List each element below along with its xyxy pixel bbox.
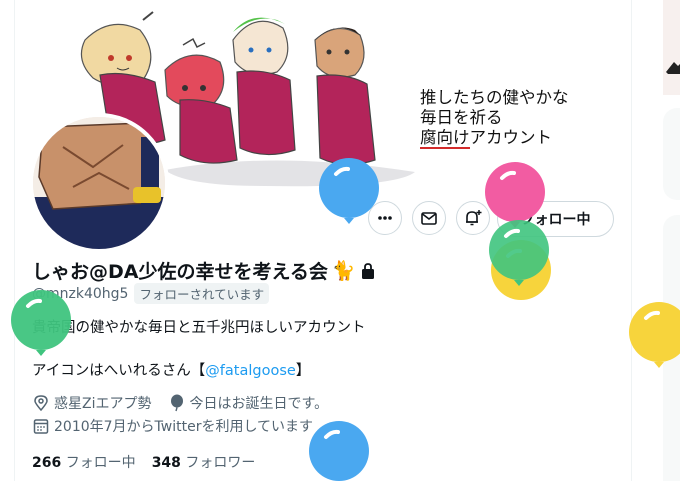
profile-meta-row: 惑星Ziエアプ勢 今日はお誕生日です。 (32, 393, 328, 413)
sidebar-card (663, 108, 680, 200)
followers-label: フォロワー (185, 455, 256, 471)
followers-link[interactable]: 348 フォロワー (152, 452, 256, 472)
avatar-image (33, 117, 165, 249)
profile-name: しゃお@DA少佐の幸せを考える会 🐈 (32, 257, 376, 284)
balloon-icon (171, 394, 184, 412)
banner-line-1: 推したちの健やかな (420, 88, 569, 107)
display-name: しゃお@DA少佐の幸せを考える会 (32, 261, 328, 283)
profile-location: 惑星Ziエアプ勢 (54, 396, 152, 412)
mail-icon (421, 212, 437, 225)
follow-stats: 266 フォロー中 348 フォロワー (32, 452, 255, 472)
profile-birthday: 今日はお誕生日です。 (189, 396, 329, 412)
follows-you-badge: フォローされています (134, 283, 270, 304)
profile-joined-row: 2010年7月からTwitterを利用しています (32, 416, 313, 436)
banner-underlined-text: 腐向け (420, 128, 470, 149)
balloon-decoration (319, 158, 379, 224)
followers-count: 348 (151, 455, 181, 471)
sidebar-icon (666, 62, 680, 74)
location-icon (34, 395, 48, 412)
banner-line-3-rest: アカウント (469, 128, 553, 147)
bio-line-1: 貴帝国の健やかな毎日と五千兆円ほしいアカウント (32, 320, 366, 336)
banner-line-3: 腐向けアカウント (420, 128, 569, 149)
bell-plus-icon (466, 210, 482, 226)
following-link[interactable]: 266 フォロー中 (32, 452, 136, 472)
sidebar-card (663, 0, 680, 95)
cat-emoji-icon: 🐈 (331, 260, 356, 282)
profile-joined: 2010年7月からTwitterを利用しています (54, 419, 314, 435)
balloon-decoration (489, 220, 549, 286)
balloon-decoration (309, 421, 369, 481)
balloon-decoration (11, 290, 71, 356)
message-button[interactable] (412, 201, 446, 235)
timeline-right-border (631, 0, 632, 481)
following-count: 266 (32, 455, 62, 471)
calendar-icon (33, 419, 49, 434)
bio-mention-link[interactable]: @fatalgoose (205, 363, 296, 379)
following-label: フォロー中 (65, 455, 136, 471)
banner-caption: 推したちの健やかな 毎日を祈る 腐向けアカウント (420, 88, 569, 149)
banner-line-2: 毎日を祈る (420, 108, 503, 127)
bio-text-end: 】 (295, 363, 311, 379)
avatar[interactable] (29, 113, 169, 253)
balloon-decoration (629, 302, 680, 368)
lock-icon (361, 262, 374, 279)
